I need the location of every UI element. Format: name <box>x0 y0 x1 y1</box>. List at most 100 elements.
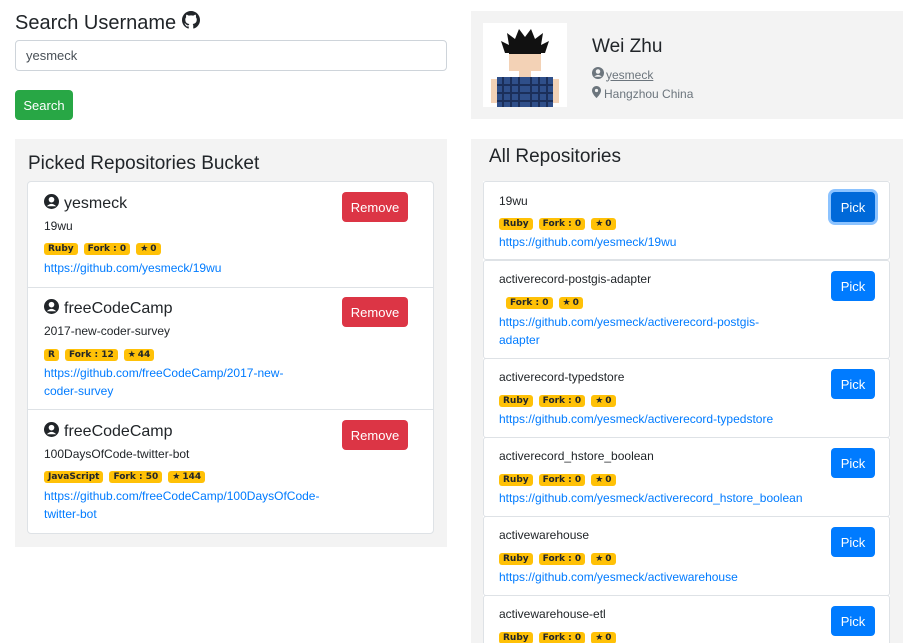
star-count: 0 <box>605 554 612 564</box>
github-icon <box>182 11 201 35</box>
star-count: 0 <box>605 396 612 406</box>
star-badge: ★ 0 <box>591 218 616 230</box>
star-count: 44 <box>137 350 151 360</box>
profile-name: Wei Zhu <box>592 36 663 57</box>
picked-repo-link[interactable]: https://github.com/yesmeck/19wu <box>44 259 324 277</box>
language-badge: Ruby <box>499 474 533 486</box>
star-icon: ★ <box>172 472 181 482</box>
picked-repo-link[interactable]: https://github.com/freeCodeCamp/2017-new… <box>44 364 314 400</box>
language-badge: Ruby <box>499 632 533 643</box>
language-badge: Ruby <box>44 243 78 255</box>
picked-title: Picked Repositories Bucket <box>28 153 260 174</box>
language-badge: Ruby <box>499 395 533 407</box>
star-count: 0 <box>605 219 612 229</box>
language-badge: Ruby <box>499 218 533 230</box>
user-circle-icon <box>44 422 59 442</box>
star-badge: ★ 0 <box>591 632 616 643</box>
star-badge: ★ 0 <box>558 297 583 309</box>
picked-owner-name: freeCodeCamp <box>64 300 173 317</box>
repo-badges: Ruby Fork : 0 ★ 0 <box>499 553 616 565</box>
repo-link[interactable]: https://github.com/yesmeck/activewarehou… <box>499 568 819 586</box>
repo-link[interactable]: https://github.com/yesmeck/activerecord_… <box>499 489 839 507</box>
all-repositories-panel: All Repositories 19wu Ruby Fork : 0 ★ 0 h… <box>471 139 903 643</box>
remove-button[interactable]: Remove <box>342 420 408 450</box>
star-count: 0 <box>572 298 579 308</box>
user-circle-icon <box>44 194 59 214</box>
picked-repo-name: 100DaysOfCode-twitter-bot <box>44 447 190 461</box>
user-circle-icon <box>592 67 604 82</box>
pick-button[interactable]: Pick <box>831 192 875 222</box>
pick-button[interactable]: Pick <box>831 606 875 636</box>
repo-badges: Ruby Fork : 0 ★ 0 <box>499 474 616 486</box>
search-button[interactable]: Search <box>15 90 73 120</box>
repo-item: activerecord-typedstore Ruby Fork : 0 ★ 0… <box>483 358 890 438</box>
repo-link[interactable]: https://github.com/yesmeck/activerecord-… <box>499 313 799 349</box>
repo-badges: Ruby Fork : 0 ★ 0 <box>499 395 616 407</box>
picked-repo-name: 2017-new-coder-survey <box>44 324 171 338</box>
pick-button[interactable]: Pick <box>831 369 875 399</box>
fork-badge: Fork : 0 <box>538 218 586 230</box>
repo-link[interactable]: https://github.com/yesmeck/19wu <box>499 233 819 251</box>
star-icon: ★ <box>595 633 604 643</box>
repo-link[interactable]: https://github.com/yesmeck/activerecord-… <box>499 410 819 428</box>
picked-item: freeCodeCamp 2017-new-coder-survey R For… <box>28 287 433 410</box>
remove-button[interactable]: Remove <box>342 297 408 327</box>
picked-item: freeCodeCamp 100DaysOfCode-twitter-bot J… <box>28 410 433 533</box>
repo-name: activewarehouse-etl <box>499 607 606 621</box>
picked-repositories-panel: Picked Repositories Bucket yesmeck 19wu … <box>15 139 447 547</box>
star-badge: ★ 0 <box>591 553 616 565</box>
remove-button[interactable]: Remove <box>342 192 408 222</box>
star-count: 0 <box>605 475 612 485</box>
user-circle-icon <box>44 299 59 319</box>
star-icon: ★ <box>595 396 604 406</box>
fork-badge: Fork : 50 <box>109 471 163 483</box>
repo-name: activewarehouse <box>499 528 590 542</box>
picked-owner: yesmeck <box>44 194 127 214</box>
all-repositories-list: 19wu Ruby Fork : 0 ★ 0 https://github.com… <box>483 181 890 643</box>
picked-badges: JavaScript Fork : 50 ★ 144 <box>44 471 206 483</box>
profile-location: Hangzhou China <box>592 86 693 101</box>
repo-item: activewarehouse-etl Ruby Fork : 0 ★ 0 Pic… <box>483 595 890 643</box>
picked-item: yesmeck 19wu Ruby Fork : 0 ★ 0 https://gi… <box>28 182 433 288</box>
picked-owner: freeCodeCamp <box>44 299 173 319</box>
fork-badge: Fork : 0 <box>538 632 586 643</box>
avatar <box>483 23 567 107</box>
repo-name: activerecord-typedstore <box>499 370 625 384</box>
language-badge: Ruby <box>499 553 533 565</box>
fork-badge: Fork : 0 <box>506 297 553 309</box>
star-icon: ★ <box>595 554 604 564</box>
picked-badges: Ruby Fork : 0 ★ 0 <box>44 243 161 255</box>
star-count: 144 <box>182 472 202 482</box>
picked-owner-name: freeCodeCamp <box>64 423 173 440</box>
repo-item: activerecord-postgis-adapter Fork : 0 ★ 0… <box>483 260 890 359</box>
star-badge: ★ 0 <box>136 243 161 255</box>
repo-badges: Ruby Fork : 0 ★ 0 <box>499 218 616 230</box>
all-title: All Repositories <box>489 146 621 167</box>
fork-badge: Fork : 12 <box>64 349 118 361</box>
picked-badges: R Fork : 12 ★ 44 <box>44 349 155 361</box>
fork-badge: Fork : 0 <box>83 243 131 255</box>
picked-owner: freeCodeCamp <box>44 422 173 442</box>
pick-button[interactable]: Pick <box>831 527 875 557</box>
fork-badge: Fork : 0 <box>538 553 586 565</box>
search-title-text: Search Username <box>15 11 177 34</box>
fork-badge: Fork : 0 <box>538 395 586 407</box>
map-marker-icon <box>592 86 601 101</box>
pick-button[interactable]: Pick <box>831 271 875 301</box>
language-badge: R <box>44 349 59 361</box>
repo-item: 19wu Ruby Fork : 0 ★ 0 https://github.com… <box>483 181 890 260</box>
star-badge: ★ 0 <box>591 395 616 407</box>
profile-username[interactable]: yesmeck <box>592 67 653 82</box>
fork-badge: Fork : 0 <box>538 474 586 486</box>
picked-repo-name: 19wu <box>44 219 73 233</box>
picked-repo-link[interactable]: https://github.com/freeCodeCamp/100DaysO… <box>44 487 344 523</box>
star-icon: ★ <box>595 475 604 485</box>
profile-username-link[interactable]: yesmeck <box>606 68 653 82</box>
repo-name: activerecord-postgis-adapter <box>499 272 652 286</box>
search-title: Search Username <box>15 11 201 35</box>
repo-item: activerecord_hstore_boolean Ruby Fork : … <box>483 437 890 517</box>
repo-item: activewarehouse Ruby Fork : 0 ★ 0 https:/… <box>483 516 890 596</box>
star-badge: ★ 144 <box>168 471 206 483</box>
pick-button[interactable]: Pick <box>831 448 875 478</box>
search-input[interactable] <box>15 40 447 71</box>
